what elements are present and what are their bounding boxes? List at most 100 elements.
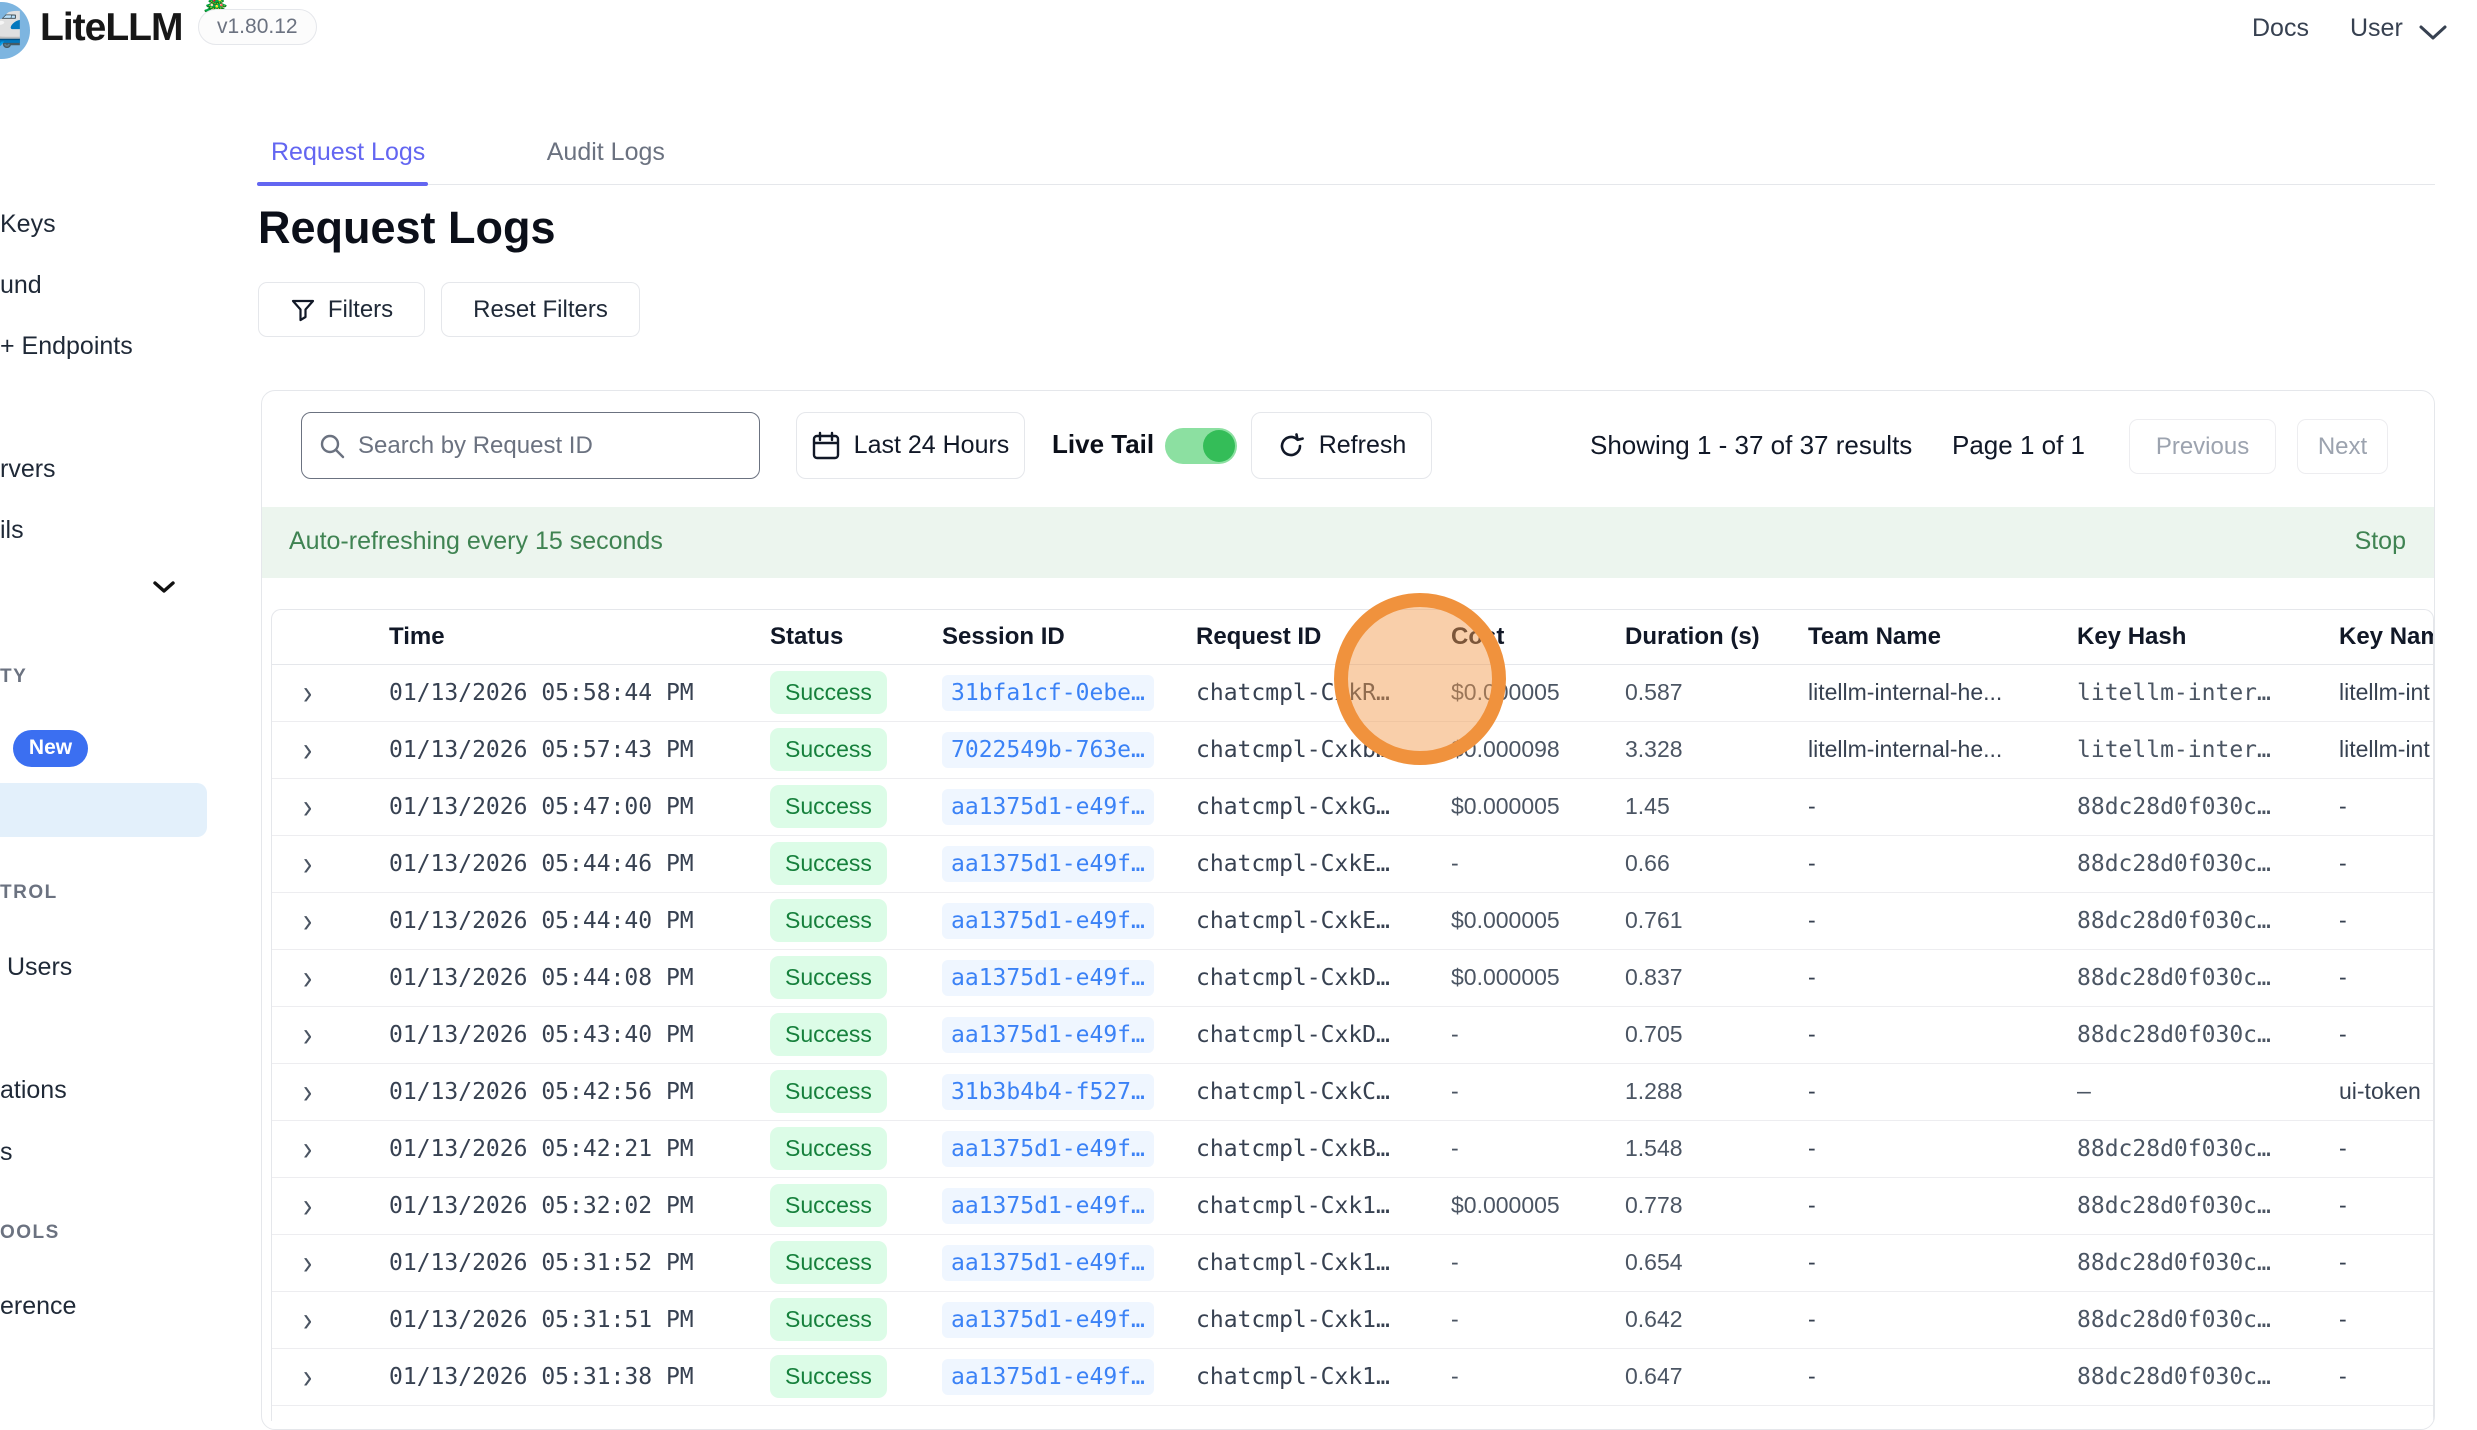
time-range-button[interactable]: Last 24 Hours xyxy=(796,412,1025,479)
logs-table-container: Time Status Session ID Request ID Cost D… xyxy=(271,609,2434,1421)
session-id-link[interactable]: 7022549b-763e… xyxy=(942,732,1154,768)
top-header: 🚅 LiteLLM 🎄 v1.80.12 Docs User xyxy=(0,0,2477,62)
session-id-link[interactable]: aa1375d1-e49f… xyxy=(942,1359,1154,1395)
cell-team-name: - xyxy=(1808,1177,2077,1234)
cell-request-id: chatcmpl-CxkD… xyxy=(1196,949,1451,1006)
cell-duration: 1.548 xyxy=(1625,1120,1808,1177)
cell-key-hash: 88dc28d0f030c… xyxy=(2077,1177,2339,1234)
sidebar-item-organizations[interactable]: ations xyxy=(0,1076,67,1105)
col-cost: Cost xyxy=(1451,610,1625,664)
session-id-link[interactable]: aa1375d1-e49f… xyxy=(942,1188,1154,1224)
table-row: › 01/13/2026 05:44:40 PM Success aa1375d… xyxy=(272,892,2434,949)
expand-row-chevron-icon[interactable]: › xyxy=(303,1075,312,1109)
search-input[interactable] xyxy=(358,432,743,460)
chevron-down-icon[interactable] xyxy=(2418,24,2448,42)
sidebar-item-playground[interactable]: und xyxy=(0,271,42,300)
cell-cost: $0.000098 xyxy=(1451,721,1625,778)
expand-row-chevron-icon[interactable]: › xyxy=(303,1189,312,1223)
page-title: Request Logs xyxy=(258,202,556,254)
expand-row-chevron-icon[interactable]: › xyxy=(303,961,312,995)
cell-key-hash: 88dc28d0f030c… xyxy=(2077,778,2339,835)
status-badge: Success xyxy=(770,671,887,714)
expand-row-chevron-icon[interactable]: › xyxy=(303,1132,312,1166)
session-id-link[interactable]: aa1375d1-e49f… xyxy=(942,1017,1154,1053)
expand-row-chevron-icon[interactable]: › xyxy=(303,1303,312,1337)
cell-team-name: - xyxy=(1808,1063,2077,1120)
cell-cost: - xyxy=(1451,835,1625,892)
expand-row-chevron-icon[interactable]: › xyxy=(303,733,312,767)
time-range-label: Last 24 Hours xyxy=(854,431,1010,460)
session-id-link[interactable]: aa1375d1-e49f… xyxy=(942,789,1154,825)
sidebar-item-mcp-servers[interactable]: rvers xyxy=(0,455,56,484)
sidebar-item-virtual-keys[interactable]: Keys xyxy=(0,210,56,239)
sidebar-item-guardrails[interactable]: ils xyxy=(0,516,24,545)
cell-key-name: - xyxy=(2339,1348,2434,1405)
cell-duration: 1.288 xyxy=(1625,1063,1808,1120)
cell-duration: 3.328 xyxy=(1625,721,1808,778)
status-badge: Success xyxy=(770,1013,887,1056)
stop-auto-refresh-link[interactable]: Stop xyxy=(2355,527,2406,556)
reset-filters-button[interactable]: Reset Filters xyxy=(441,282,640,337)
session-id-link[interactable]: 31bfa1cf-0ebe… xyxy=(942,675,1154,711)
cell-team-name: - xyxy=(1808,892,2077,949)
nav-user-menu[interactable]: User xyxy=(2350,14,2403,43)
next-page-button[interactable]: Next xyxy=(2297,419,2388,474)
cell-team-name: litellm-internal-he... xyxy=(1808,721,2077,778)
sidebar-collapse-chevron-icon[interactable] xyxy=(152,580,176,595)
sidebar-item-internal-users[interactable]: Users xyxy=(7,953,72,982)
cell-duration: 0.66 xyxy=(1625,835,1808,892)
expand-row-chevron-icon[interactable]: › xyxy=(303,1246,312,1280)
cell-duration: 0.705 xyxy=(1625,1006,1808,1063)
cell-request-id: chatcmpl-Cxkb… xyxy=(1196,721,1451,778)
sidebar-item-api-reference[interactable]: erence xyxy=(0,1292,76,1321)
cell-duration: 1.45 xyxy=(1625,778,1808,835)
session-id-link[interactable]: aa1375d1-e49f… xyxy=(942,960,1154,996)
status-badge: Success xyxy=(770,728,887,771)
expand-row-chevron-icon[interactable]: › xyxy=(303,790,312,824)
cell-cost: - xyxy=(1451,1063,1625,1120)
session-id-link[interactable]: aa1375d1-e49f… xyxy=(942,1245,1154,1281)
cell-duration: 0.642 xyxy=(1625,1291,1808,1348)
cell-request-id: chatcmpl-CxkG… xyxy=(1196,778,1451,835)
cell-team-name: - xyxy=(1808,778,2077,835)
status-badge: Success xyxy=(770,956,887,999)
search-box[interactable] xyxy=(301,412,760,479)
previous-page-button[interactable]: Previous xyxy=(2129,419,2276,474)
brand-title: LiteLLM xyxy=(40,6,182,50)
cell-request-id: chatcmpl-Cxk1… xyxy=(1196,1177,1451,1234)
session-id-link[interactable]: aa1375d1-e49f… xyxy=(942,903,1154,939)
sidebar-item-logs-selected[interactable] xyxy=(0,783,207,837)
nav-docs-link[interactable]: Docs xyxy=(2252,14,2309,43)
status-badge: Success xyxy=(770,1241,887,1284)
session-id-link[interactable]: aa1375d1-e49f… xyxy=(942,1302,1154,1338)
session-id-link[interactable]: aa1375d1-e49f… xyxy=(942,1131,1154,1167)
cell-team-name: - xyxy=(1808,1120,2077,1177)
sidebar-item-models-endpoints[interactable]: + Endpoints xyxy=(0,332,133,361)
auto-refresh-text: Auto-refreshing every 15 seconds xyxy=(289,527,663,556)
cell-team-name: - xyxy=(1808,1234,2077,1291)
table-row: › 01/13/2026 05:42:21 PM Success aa1375d… xyxy=(272,1120,2434,1177)
sidebar-item-teams[interactable]: s xyxy=(0,1138,13,1167)
cell-duration: 0.654 xyxy=(1625,1234,1808,1291)
filters-button[interactable]: Filters xyxy=(258,282,425,337)
tab-request-logs[interactable]: Request Logs xyxy=(271,138,425,191)
cell-key-hash: 88dc28d0f030c… xyxy=(2077,1234,2339,1291)
session-id-link[interactable]: 31b3b4b4-f527… xyxy=(942,1074,1154,1110)
cell-key-name: - xyxy=(2339,1006,2434,1063)
expand-row-chevron-icon[interactable]: › xyxy=(303,676,312,710)
toggle-knob xyxy=(1203,430,1235,462)
session-id-link[interactable]: aa1375d1-e49f… xyxy=(942,846,1154,882)
expand-row-chevron-icon[interactable]: › xyxy=(303,847,312,881)
cell-key-name: - xyxy=(2339,949,2434,1006)
tab-audit-logs[interactable]: Audit Logs xyxy=(547,138,665,191)
refresh-button[interactable]: Refresh xyxy=(1251,412,1432,479)
expand-row-chevron-icon[interactable]: › xyxy=(303,1360,312,1394)
cell-key-hash: 88dc28d0f030c… xyxy=(2077,1120,2339,1177)
live-tail-label: Live Tail xyxy=(1052,429,1154,460)
expand-row-chevron-icon[interactable]: › xyxy=(303,904,312,938)
live-tail-toggle[interactable] xyxy=(1165,428,1237,464)
expand-row-chevron-icon[interactable]: › xyxy=(303,1018,312,1052)
cell-cost: - xyxy=(1451,1348,1625,1405)
cell-request-id: chatcmpl-Cxk1… xyxy=(1196,1348,1451,1405)
cell-key-hash: 88dc28d0f030c… xyxy=(2077,1291,2339,1348)
